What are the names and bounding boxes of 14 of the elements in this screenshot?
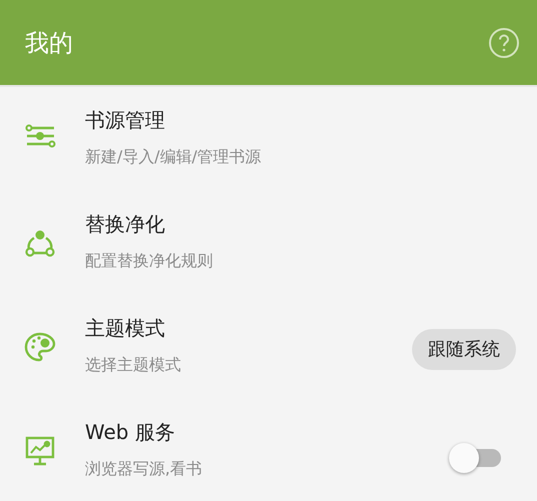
help-icon[interactable] (488, 26, 520, 58)
item-title: 替换净化 (85, 211, 166, 238)
palette-icon (24, 331, 56, 363)
item-title: Web 服务 (85, 419, 176, 446)
item-title: 主题模式 (85, 315, 166, 342)
monitor-chart-icon (24, 435, 56, 467)
toggle-switch[interactable] (449, 443, 501, 473)
item-subtitle: 选择主题模式 (85, 354, 182, 376)
item-subtitle: 浏览器写源,看书 (85, 458, 204, 480)
item-subtitle: 配置替换净化规则 (85, 250, 214, 272)
page-title: 我的 (25, 28, 73, 58)
item-subtitle: 新建/导入/编辑/管理书源 (85, 146, 262, 168)
theme-mode-button[interactable]: 跟随系统 (412, 328, 516, 370)
item-title: 书源管理 (85, 107, 166, 134)
